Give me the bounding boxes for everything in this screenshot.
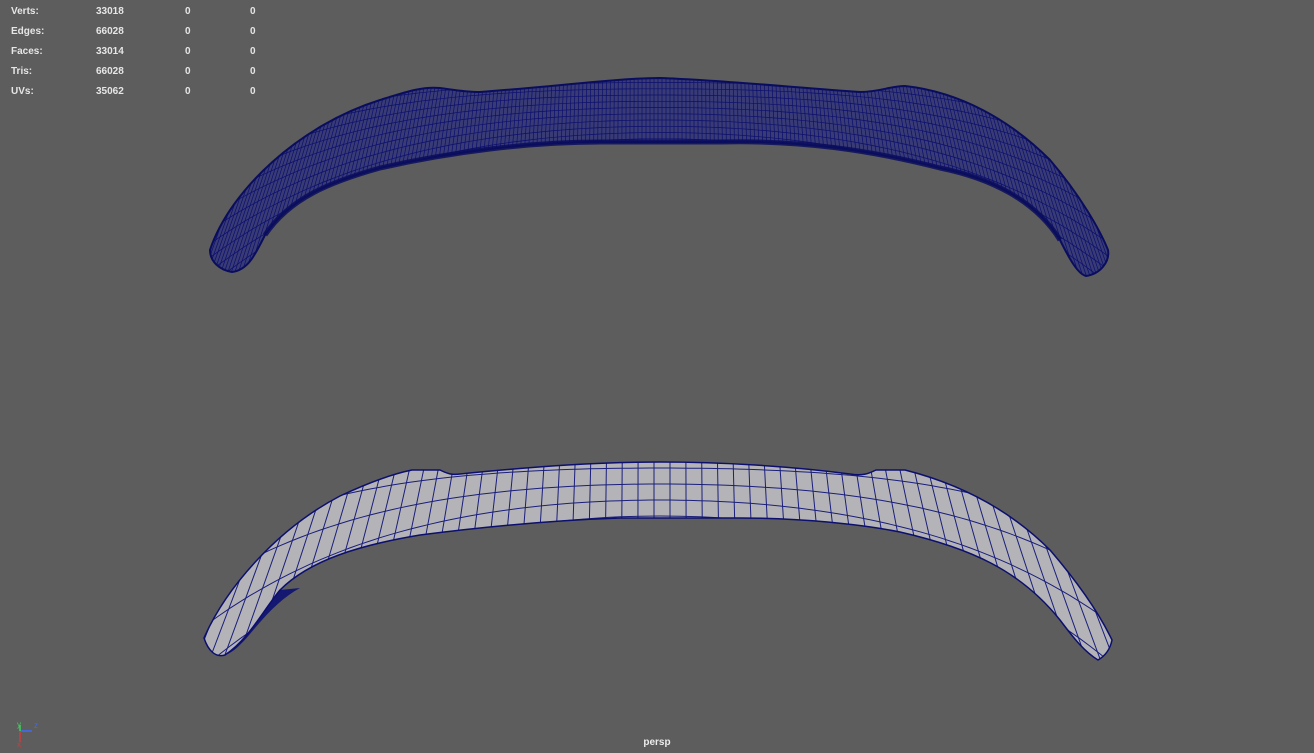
camera-name-label: persp: [643, 737, 671, 748]
bottom-shaded-mesh[interactable]: [146, 452, 1159, 721]
hud-label: Edges:: [11, 26, 45, 37]
axis-z-label: z: [34, 721, 38, 730]
hud-value: 0: [185, 26, 191, 37]
hud-value: 35062: [96, 86, 124, 97]
hud-value: 0: [185, 6, 191, 17]
hud-value: 0: [250, 6, 256, 17]
hud-row-tris: Tris: 66028 0 0: [11, 62, 271, 82]
hud-label: Verts:: [11, 6, 39, 17]
hud-value: 0: [185, 46, 191, 57]
hud-label: Tris:: [11, 66, 33, 77]
hud-value: 0: [250, 26, 256, 37]
hud-row-uvs: UVs: 35062 0 0: [11, 82, 271, 102]
hud-row-verts: Verts: 33018 0 0: [11, 2, 271, 22]
persp-viewport[interactable]: Verts: 33018 0 0 Edges: 66028 0 0 Faces:…: [0, 0, 1314, 753]
wire-edge-loop: [210, 169, 1109, 276]
hud-value: 33018: [96, 6, 124, 17]
poly-count-hud: Verts: 33018 0 0 Edges: 66028 0 0 Faces:…: [11, 2, 271, 102]
hud-value: 33014: [96, 46, 124, 57]
axis-y-label: y: [17, 720, 21, 729]
hud-value: 0: [185, 66, 191, 77]
hud-row-edges: Edges: 66028 0 0: [11, 22, 271, 42]
hud-value: 0: [250, 86, 256, 97]
wire-edge-loop: [210, 163, 1109, 276]
top-wireframe-mesh[interactable]: [146, 70, 1173, 359]
hud-row-faces: Faces: 33014 0 0: [11, 42, 271, 62]
hud-value: 0: [250, 46, 256, 57]
hud-value: 0: [250, 66, 256, 77]
wire-edge: [621, 462, 623, 533]
hud-label: Faces:: [11, 46, 43, 57]
hud-value: 0: [185, 86, 191, 97]
hud-value: 66028: [96, 66, 124, 77]
mesh-canvas[interactable]: [0, 0, 1314, 753]
wire-edge: [701, 462, 703, 534]
hud-label: UVs:: [11, 86, 34, 97]
hud-value: 66028: [96, 26, 124, 37]
